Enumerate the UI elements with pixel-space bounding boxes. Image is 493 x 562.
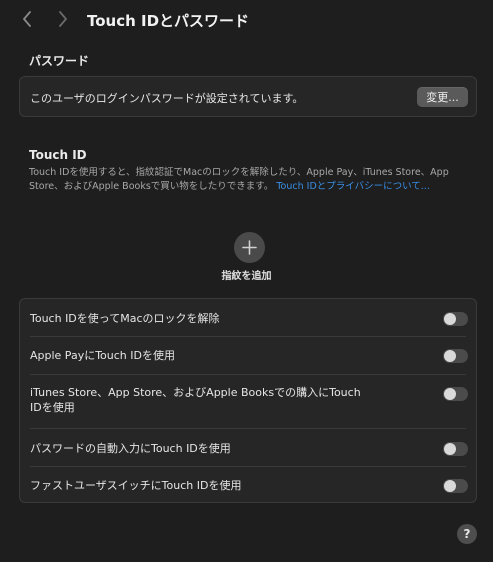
option-row-apple-pay: Apple PayにTouch IDを使用 bbox=[20, 337, 476, 375]
password-heading: パスワード bbox=[29, 54, 90, 68]
touch-id-options-list: Touch IDを使ってMacのロックを解除 Apple PayにTouch I… bbox=[19, 298, 477, 503]
toggle-knob bbox=[444, 388, 456, 400]
password-panel: このユーザのログインパスワードが設定されています。 変更... bbox=[19, 76, 477, 117]
option-row-purchases: iTunes Store、App Store、およびApple Booksでの購… bbox=[20, 375, 476, 429]
touch-id-privacy-link[interactable]: Touch IDとプライバシーについて... bbox=[276, 181, 430, 192]
toggle-knob bbox=[444, 443, 456, 455]
password-status-text: このユーザのログインパスワードが設定されています。 bbox=[30, 92, 304, 105]
toggle-fast-user-switch[interactable] bbox=[443, 479, 468, 493]
back-button[interactable] bbox=[16, 8, 38, 30]
settings-window: Touch IDとパスワード パスワード このユーザのログインパスワードが設定さ… bbox=[0, 0, 493, 562]
toggle-apple-pay[interactable] bbox=[443, 349, 468, 363]
option-label: iTunes Store、App Store、およびApple Booksでの購… bbox=[30, 386, 361, 414]
toggle-purchases[interactable] bbox=[443, 387, 468, 401]
chevron-left-icon bbox=[23, 11, 31, 27]
option-row-unlock-mac: Touch IDを使ってMacのロックを解除 bbox=[20, 299, 476, 337]
toggle-autofill[interactable] bbox=[443, 442, 468, 456]
toolbar: Touch IDとパスワード bbox=[0, 0, 493, 40]
toggle-knob bbox=[444, 480, 456, 492]
chevron-right-icon bbox=[59, 11, 67, 27]
add-fingerprint-label: 指紋を追加 bbox=[221, 271, 272, 282]
option-row-autofill: パスワードの自動入力にTouch IDを使用 bbox=[20, 429, 476, 467]
help-button[interactable]: ? bbox=[457, 524, 477, 544]
plus-icon bbox=[242, 240, 257, 255]
touch-id-heading: Touch ID bbox=[29, 148, 87, 162]
page-title: Touch IDとパスワード bbox=[87, 12, 250, 30]
option-row-fast-user-switch: ファストユーザスイッチにTouch IDを使用 bbox=[20, 467, 476, 503]
option-label: ファストユーザスイッチにTouch IDを使用 bbox=[30, 479, 242, 492]
forward-button[interactable] bbox=[52, 8, 74, 30]
option-label: パスワードの自動入力にTouch IDを使用 bbox=[30, 442, 231, 455]
change-password-button[interactable]: 変更... bbox=[417, 87, 468, 107]
toggle-unlock-mac[interactable] bbox=[443, 312, 468, 326]
option-label: Touch IDを使ってMacのロックを解除 bbox=[30, 312, 220, 325]
toggle-knob bbox=[444, 350, 456, 362]
option-label: Apple PayにTouch IDを使用 bbox=[30, 349, 175, 362]
add-fingerprint-button[interactable] bbox=[234, 232, 265, 263]
toggle-knob bbox=[444, 313, 456, 325]
touch-id-description: Touch IDを使用すると、指紋認証でMacのロックを解除したり、Apple … bbox=[29, 166, 469, 194]
